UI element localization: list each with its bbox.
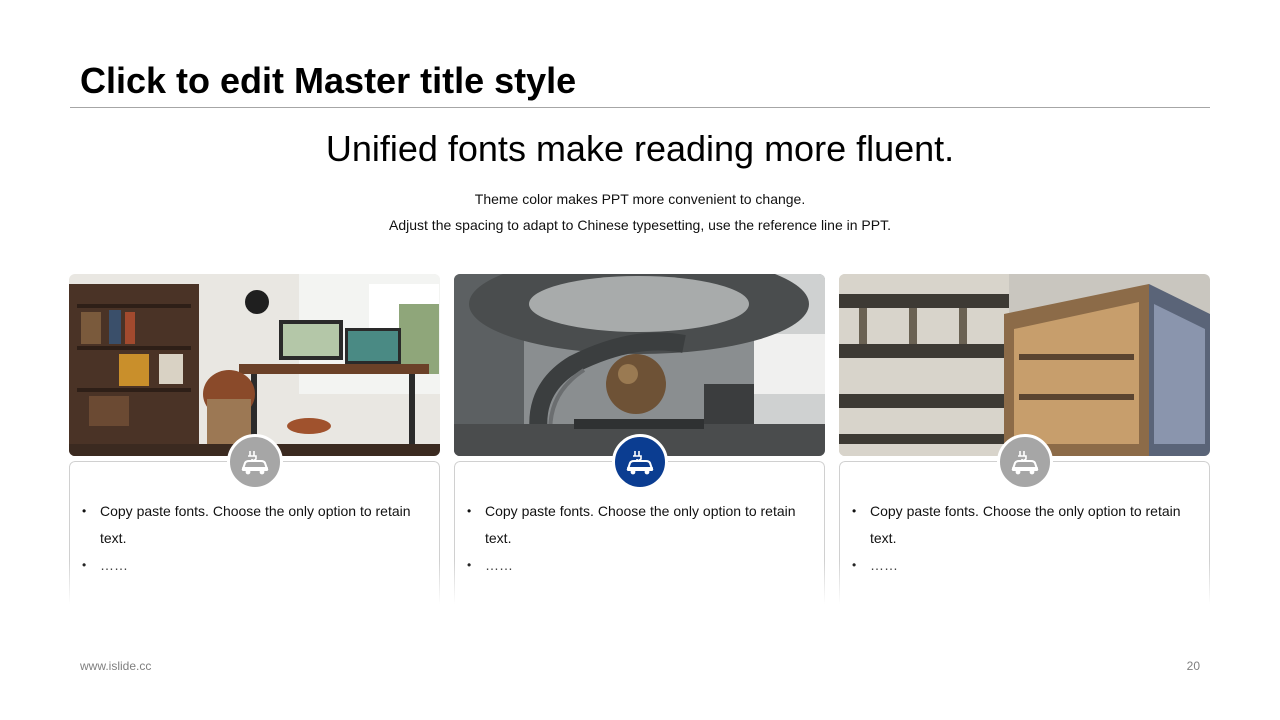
feature-card-2: Copy paste fonts. Choose the only option…	[454, 274, 825, 604]
spiral-staircase-sphere-photo	[454, 274, 825, 456]
page-number: 20	[1186, 659, 1200, 673]
feature-card-1: Copy paste fonts. Choose the only option…	[69, 274, 440, 604]
card-2-badge	[612, 434, 668, 490]
description-line-1: Theme color makes PPT more convenient to…	[474, 191, 806, 207]
slide-title: Click to edit Master title style	[80, 60, 577, 101]
feature-card-3: Copy paste fonts. Choose the only option…	[839, 274, 1210, 604]
bullet-item: ……	[852, 552, 1202, 579]
electric-car-icon	[241, 451, 269, 475]
glass-building-facade-photo	[839, 274, 1210, 456]
bullet-item: Copy paste fonts. Choose the only option…	[82, 498, 432, 552]
bullet-item: ……	[467, 552, 817, 579]
footer-website: www.islide.cc	[80, 659, 152, 673]
card-3-badge	[997, 434, 1053, 490]
bullet-item: Copy paste fonts. Choose the only option…	[467, 498, 817, 552]
card-1-badge	[227, 434, 283, 490]
home-office-desk-photo	[69, 274, 440, 456]
description-line-2: Adjust the spacing to adapt to Chinese t…	[389, 217, 891, 233]
card-3-bullets: Copy paste fonts. Choose the only option…	[852, 498, 1202, 579]
electric-car-icon	[1011, 451, 1039, 475]
bullet-item: Copy paste fonts. Choose the only option…	[852, 498, 1202, 552]
electric-car-icon	[626, 451, 654, 475]
title-divider	[70, 107, 1210, 108]
bullet-item: ……	[82, 552, 432, 579]
card-2-bullets: Copy paste fonts. Choose the only option…	[467, 498, 817, 579]
card-1-bullets: Copy paste fonts. Choose the only option…	[82, 498, 432, 579]
slide-subtitle: Unified fonts make reading more fluent.	[325, 128, 955, 169]
